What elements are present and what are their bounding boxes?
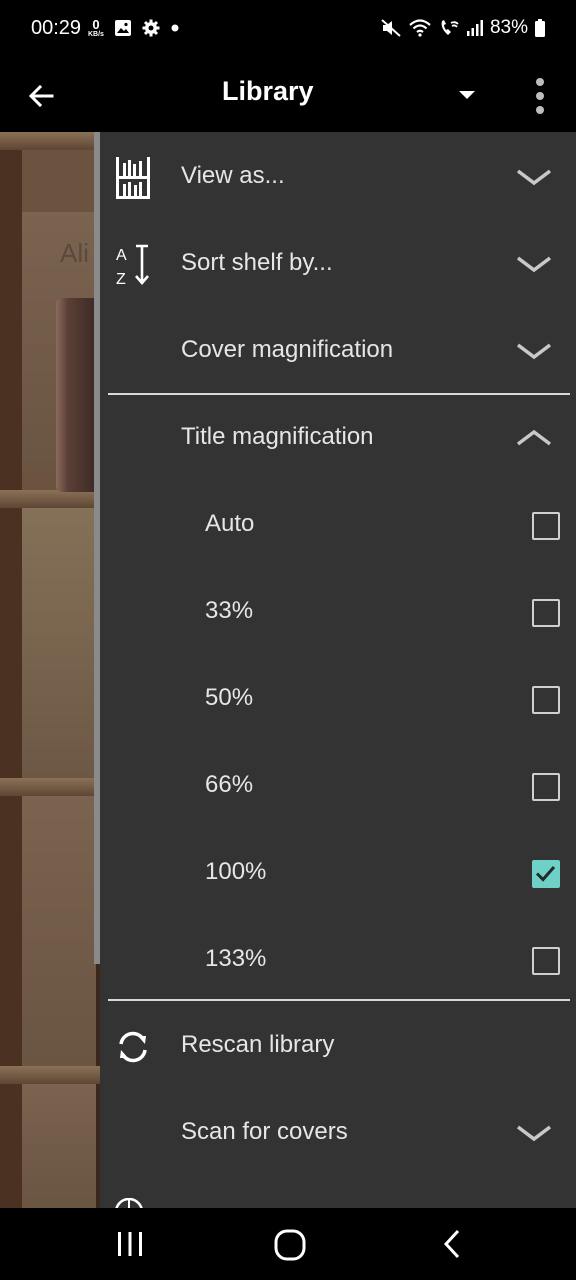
library-options-drawer: View as... A Z Sort shelf by... Cover ma…: [100, 132, 576, 1208]
menu-item-view-as[interactable]: View as...: [100, 134, 576, 221]
shelf-wall: [22, 796, 96, 1066]
option-label: 66%: [205, 771, 254, 798]
shelf-wall: [22, 508, 96, 778]
network-speed: 0 KB/s: [88, 18, 104, 38]
menu-item-title-magnification[interactable]: Title magnification: [100, 395, 576, 482]
nav-back-icon[interactable]: [438, 1226, 466, 1262]
wifi-calling-icon: [441, 20, 459, 35]
bookshelf-icon: [116, 157, 150, 199]
section-divider: [108, 999, 570, 1001]
signal-icon: [466, 20, 483, 36]
book-cover-partial[interactable]: [56, 298, 96, 492]
home-icon[interactable]: [273, 1228, 307, 1262]
title-magnification-option[interactable]: 50%: [100, 656, 576, 743]
title-magnification-option[interactable]: 133%: [100, 917, 576, 1004]
notification-dot-icon: [171, 24, 179, 32]
chevron-down-icon: [516, 169, 552, 186]
option-label: Auto: [205, 510, 255, 537]
wifi-icon: [409, 19, 431, 37]
globe-icon-partial: [115, 1198, 143, 1208]
svg-text:A: A: [116, 247, 127, 264]
system-navigation-bar: [0, 1208, 576, 1280]
status-bar: 00:29 0 KB/s 83%: [0, 0, 576, 60]
checkbox-checked[interactable]: [532, 860, 560, 888]
app-bar: Library: [0, 60, 576, 132]
checkbox[interactable]: [532, 512, 560, 540]
shelf-plank: [0, 132, 100, 150]
title-magnification-option[interactable]: 66%: [100, 743, 576, 830]
settings-gear-icon: [142, 19, 160, 37]
menu-item-label: Title magnification: [181, 423, 374, 450]
network-speed-value: 0: [92, 17, 100, 32]
menu-item-label: Rescan library: [181, 1031, 335, 1058]
sort-az-icon: A Z: [116, 244, 149, 288]
option-label: 133%: [205, 945, 267, 972]
menu-item-label: Scan for covers: [181, 1118, 348, 1145]
shelf-plank: [0, 1066, 100, 1084]
bookshelf-background: [0, 132, 100, 1208]
title-magnification-option[interactable]: 100%: [100, 830, 576, 917]
battery-icon: [535, 19, 545, 37]
shelf-wall: [22, 1084, 96, 1208]
checkbox[interactable]: [532, 686, 560, 714]
menu-item-cover-magnification[interactable]: Cover magnification: [100, 308, 576, 395]
option-label: 33%: [205, 597, 254, 624]
shelf-plank: [0, 778, 100, 796]
back-arrow-icon[interactable]: [22, 76, 62, 116]
chevron-down-icon: [516, 1125, 552, 1142]
mute-icon: [381, 19, 401, 37]
title-magnification-option[interactable]: Auto: [100, 482, 576, 569]
chevron-up-icon: [516, 429, 552, 446]
overflow-menu-icon[interactable]: [522, 72, 558, 120]
battery-percent: 83%: [489, 17, 528, 38]
menu-item-sort-shelf[interactable]: A Z Sort shelf by...: [100, 221, 576, 308]
status-right-icons: 83%: [380, 17, 546, 39]
network-speed-unit: KB/s: [88, 31, 104, 38]
checkbox[interactable]: [532, 947, 560, 975]
status-time: 00:29: [31, 17, 82, 39]
chevron-down-icon: [516, 343, 552, 360]
title-magnification-option[interactable]: 33%: [100, 569, 576, 656]
checkbox[interactable]: [532, 599, 560, 627]
menu-item-label: Cover magnification: [181, 336, 394, 363]
gallery-icon: [114, 20, 131, 36]
page-title: Library: [222, 76, 314, 106]
book-title-partial: Ali: [60, 238, 89, 268]
option-label: 100%: [205, 858, 267, 885]
svg-text:Z: Z: [116, 271, 126, 288]
menu-item-scan-for-covers[interactable]: Scan for covers: [100, 1090, 576, 1177]
checkbox[interactable]: [532, 773, 560, 801]
refresh-icon: [119, 1031, 147, 1063]
option-label: 50%: [205, 684, 254, 711]
dropdown-arrow-icon[interactable]: [452, 80, 482, 110]
checkmark-icon: [535, 866, 556, 882]
status-left-icons: 0 KB/s: [88, 18, 180, 38]
menu-item-label: View as...: [181, 162, 285, 189]
shelf-plank: [0, 490, 100, 508]
menu-item-rescan-library[interactable]: Rescan library: [100, 1003, 576, 1090]
menu-item-label: Sort shelf by...: [181, 249, 333, 276]
chevron-down-icon: [516, 256, 552, 273]
recent-apps-icon[interactable]: [114, 1229, 146, 1259]
